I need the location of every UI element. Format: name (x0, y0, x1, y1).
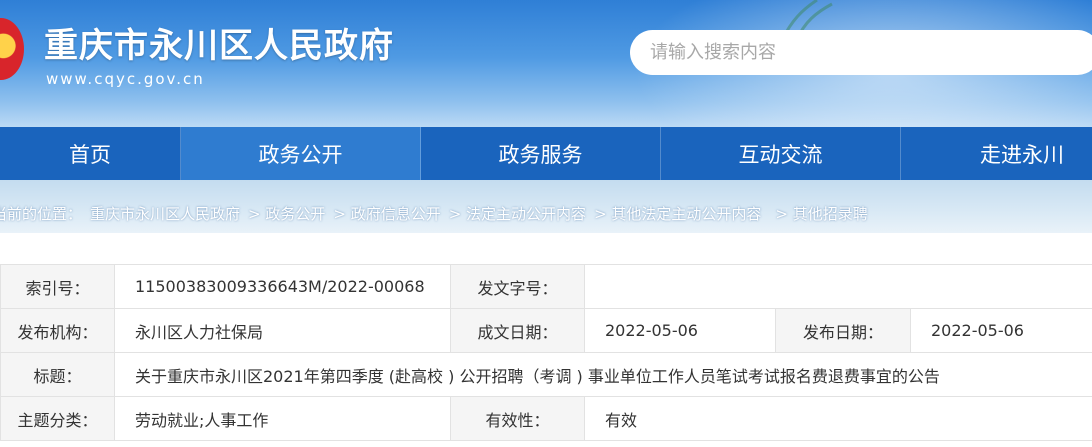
topic-label: 主题分类： (0, 396, 115, 441)
breadcrumb-item-government-affairs[interactable]: > 政务公开 (248, 203, 325, 224)
index-label: 索引号： (0, 264, 115, 309)
site-header: 重庆市永川区人民政府 www.cqyc.gov.cn (0, 0, 1092, 127)
site-title[interactable]: 重庆市永川区人民政府 (44, 18, 394, 67)
nav-item-government-affairs-open[interactable]: 政务公开 (181, 127, 421, 180)
table-row: 主题分类： 劳动就业;人事工作 有效性： 有效 (0, 396, 1092, 441)
doc-number-value (584, 264, 1092, 309)
nav-item-about-yongchuan[interactable]: 走进永川 (901, 127, 1092, 180)
title-label: 标题： (0, 352, 115, 397)
validity-label: 有效性： (450, 396, 585, 441)
published-date-value: 2022-05-06 (910, 308, 1092, 353)
search-input[interactable] (650, 42, 1092, 63)
publisher-label: 发布机构： (0, 308, 115, 353)
title-value: 关于重庆市永川区2021年第四季度 (赴高校 ) 公开招聘（考调 ) 事业单位工… (114, 352, 1092, 397)
page: 重庆市永川区人民政府 www.cqyc.gov.cn 首页 政务公开 政务服务 … (0, 0, 1092, 447)
created-date-value: 2022-05-06 (584, 308, 776, 353)
site-url: www.cqyc.gov.cn (46, 70, 205, 88)
breadcrumb-item-info-disclosure[interactable]: > 政府信息公开 (333, 203, 440, 224)
breadcrumb-item-recruitment[interactable]: > 其他招录聘 (775, 203, 867, 224)
nav-item-home[interactable]: 首页 (0, 127, 181, 180)
index-value: 11500383009336643M/2022-00068 (114, 264, 451, 309)
breadcrumb-item-home[interactable]: 重庆市永川区人民政府 (90, 203, 240, 224)
validity-value: 有效 (584, 396, 1092, 441)
doc-number-label: 发文字号： (450, 264, 585, 309)
table-row: 索引号： 11500383009336643M/2022-00068 发文字号： (0, 264, 1092, 309)
created-date-label: 成文日期： (450, 308, 585, 353)
national-emblem-icon (0, 18, 24, 80)
table-row: 发布机构： 永川区人力社保局 成文日期： 2022-05-06 发布日期： 20… (0, 308, 1092, 353)
breadcrumb-item-other-statutory[interactable]: > 其他法定主动公开内容 (594, 203, 761, 224)
publisher-value: 永川区人力社保局 (114, 308, 451, 353)
nav-item-government-services[interactable]: 政务服务 (421, 127, 661, 180)
breadcrumb-prefix: 当前的位置： (0, 205, 83, 223)
document-info-table: 索引号： 11500383009336643M/2022-00068 发文字号：… (0, 264, 1092, 441)
nav-item-interaction[interactable]: 互动交流 (661, 127, 901, 180)
search-box[interactable] (630, 30, 1092, 75)
topic-value: 劳动就业;人事工作 (114, 396, 451, 441)
main-nav: 首页 政务公开 政务服务 互动交流 走进永川 (0, 127, 1092, 180)
breadcrumb: 当前的位置： 重庆市永川区人民政府 > 政务公开 > 政府信息公开 > 法定主动… (0, 203, 876, 224)
breadcrumb-item-statutory-content[interactable]: > 法定主动公开内容 (449, 203, 586, 224)
table-row: 标题： 关于重庆市永川区2021年第四季度 (赴高校 ) 公开招聘（考调 ) 事… (0, 352, 1092, 397)
published-date-label: 发布日期： (775, 308, 911, 353)
